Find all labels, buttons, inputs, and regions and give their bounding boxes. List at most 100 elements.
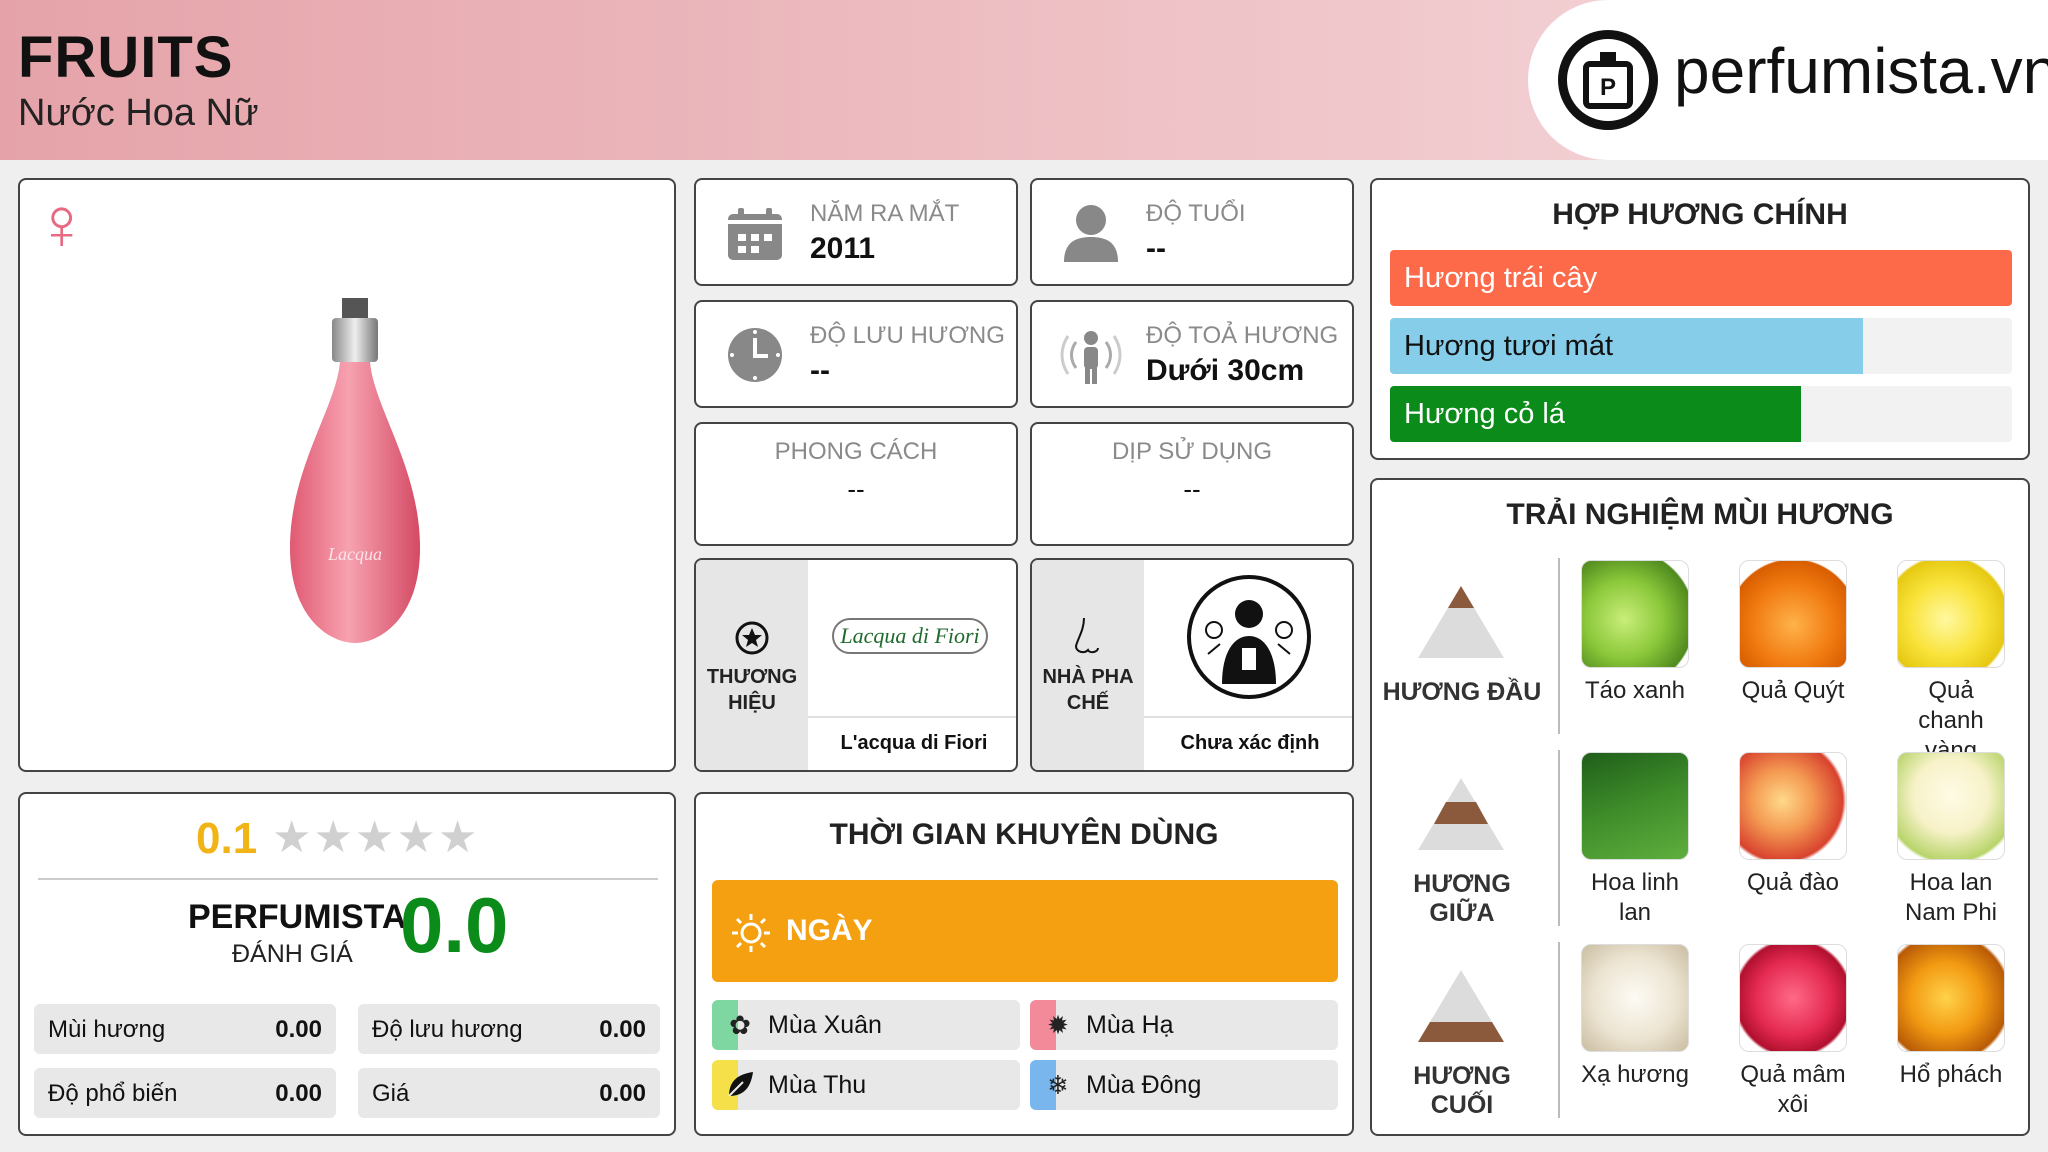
perfumer-label: NHÀ PHA CHẾ [1042,666,1134,714]
stat-label: NĂM RA MẮT [810,200,960,227]
nose-icon [1074,617,1099,654]
stat-longevity: ĐỘ LƯU HƯƠNG -- [694,300,1018,408]
stat-label: ĐỘ LƯU HƯƠNG [810,322,1005,349]
rating-item: Giá 0.00 [358,1068,660,1118]
accord-label: Hương cỏ lá [1404,398,1565,430]
note-item[interactable]: Quả mâm xôi [1738,944,1848,1120]
rating-item-label: Độ lưu hương [372,1016,523,1043]
brand-name[interactable]: L'acqua di Fiori [808,732,1016,755]
season-autumn: Mùa Thu [712,1060,1020,1110]
rating-stars[interactable]: ★ ★ ★ ★ ★ [272,812,477,863]
star-icon[interactable]: ★ [355,812,394,863]
top-note-pyramid-icon [1418,586,1504,658]
stat-label: DỊP SỬ DỤNG [1111,438,1273,465]
star-icon[interactable]: ★ [313,812,352,863]
perfumista-label: PERFUMISTA [188,898,407,936]
accord-bar: Hương tươi mát [1390,318,2012,374]
day-time-label: NGÀY [786,914,873,947]
rating-item-label: Mùi hương [48,1016,166,1043]
accords-card: HỢP HƯƠNG CHÍNH Hương trái cây Hương tươ… [1370,178,2030,460]
logo-text: perfumista.vn [1674,35,2048,107]
perfumer-avatar-icon [1187,575,1311,699]
note-item[interactable]: Quả đào [1738,752,1848,898]
rating-item: Độ phổ biến 0.00 [34,1068,336,1118]
perfume-subtitle: Nước Hoa Nữ [18,92,259,134]
musk-image [1581,944,1689,1052]
star-icon[interactable]: ★ [396,812,435,863]
star-icon[interactable]: ★ [272,812,311,863]
season-label: Mùa Đông [1086,1071,1202,1099]
perfume-bottle-logo-icon: P [1558,30,1658,130]
season-winter: ❄ Mùa Đông [1030,1060,1338,1110]
note-label: Quả mâm xôi [1740,1061,1846,1118]
note-item[interactable]: Xạ hương [1580,944,1690,1090]
notes-card: TRẢI NGHIỆM MÙI HƯƠNG HƯƠNG ĐẦU Táo xanh… [1370,478,2030,1136]
perfumer-name[interactable]: Chưa xác định [1144,732,1352,755]
perfumista-sublabel: ĐÁNH GIÁ [232,940,353,968]
sillage-icon [1060,331,1122,384]
rating-item-value: 0.00 [275,1080,322,1107]
notes-title: TRẢI NGHIỆM MÙI HƯƠNG [1506,498,1894,531]
accords-title: HỢP HƯƠNG CHÍNH [1552,198,1848,231]
freesia-image [1897,752,2005,860]
female-icon: ♀ [34,182,90,265]
accord-label: Hương tươi mát [1404,330,1614,362]
mandarin-image [1739,560,1847,668]
green-apple-image [1581,560,1689,668]
peach-image [1739,752,1847,860]
perfumer-card[interactable]: NHÀ PHA CHẾ Chưa xác định [1030,558,1354,772]
note-label: Táo xanh [1584,677,1686,704]
level-divider [1558,942,1560,1118]
note-level-label: HƯƠNG CUỐI [1413,1062,1511,1119]
note-label: Quả Quýt [1741,677,1845,704]
flower-icon: ✿ [729,1009,751,1040]
rating-item-value: 0.00 [599,1080,646,1107]
middle-note-pyramid-icon [1418,778,1504,850]
amber-image [1897,944,2005,1052]
season-label: Mùa Hạ [1086,1011,1174,1039]
note-label: Hoa linh lan [1590,869,1680,926]
note-item[interactable]: Quả chanh vàng [1896,560,2006,766]
note-item[interactable]: Hoa linh lan [1580,752,1690,928]
note-label: Quả đào [1746,869,1840,896]
note-item[interactable]: Hoa lan Nam Phi [1896,752,2006,928]
svg-text:P: P [1600,74,1616,101]
note-item[interactable]: Táo xanh [1580,560,1690,706]
person-icon [1064,205,1118,262]
accord-bar: Hương trái cây [1390,250,2012,306]
season-label: Mùa Xuân [768,1011,882,1039]
rating-score: 0.1 [196,814,258,863]
season-spring: ✿ Mùa Xuân [712,1000,1020,1050]
product-image-card: ♀ Lacqua [18,178,676,772]
stat-sillage: ĐỘ TOẢ HƯƠNG Dưới 30cm [1030,300,1354,408]
svg-text:Lacqua: Lacqua [327,544,382,564]
snowflake-icon: ❄ [1047,1069,1069,1100]
note-label: Hổ phách [1899,1061,2003,1088]
season-label: Mùa Thu [768,1071,867,1099]
star-badge-icon [735,621,769,655]
lemon-image [1897,560,2005,668]
stat-value: -- [810,354,830,387]
perfumista-score: 0.0 [400,881,509,969]
star-icon[interactable]: ★ [438,812,477,863]
note-item[interactable]: Hổ phách [1896,944,2006,1090]
rating-card: 0.1 ★ ★ ★ ★ ★ PERFUMISTA ĐÁNH GIÁ 0.0 Mù… [18,792,676,1136]
brand-card[interactable]: THƯƠNG HIỆU Lacqua di Fiori L'acqua di F… [694,558,1018,772]
sun-icon [732,914,770,952]
season-summer: ✹ Mùa Hạ [1030,1000,1338,1050]
rating-item-value: 0.00 [599,1016,646,1043]
brand-logo-script: Lacqua di Fiori [840,623,980,648]
leaf-icon [724,1069,756,1101]
stat-label: ĐỘ TUỔI [1146,200,1246,227]
logo-box[interactable]: P perfumista.vn [1528,0,2048,160]
level-divider [1558,558,1560,734]
day-time-badge: NGÀY [712,880,1338,982]
stat-label: PHONG CÁCH [774,438,938,465]
stat-label: ĐỘ TOẢ HƯƠNG [1146,322,1339,349]
stat-value: Dưới 30cm [1146,354,1305,387]
usage-card: THỜI GIAN KHUYÊN DÙNG NGÀY ✿ Mùa Xuân ✹ … [694,792,1354,1136]
lily-of-the-valley-image [1581,752,1689,860]
note-level-label: HƯƠNG ĐẦU [1382,678,1542,706]
usage-title: THỜI GIAN KHUYÊN DÙNG [829,818,1219,851]
note-item[interactable]: Quả Quýt [1738,560,1848,706]
